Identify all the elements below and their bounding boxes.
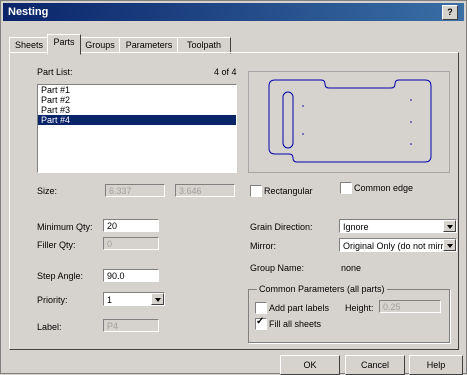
size-width-field: 6.337: [105, 184, 165, 197]
step-angle-label: Step Angle:: [37, 271, 84, 281]
height-field: 0.25: [379, 300, 441, 313]
fill-all-sheets-label: Fill all sheets: [269, 319, 322, 329]
list-item[interactable]: Part #3: [38, 105, 236, 115]
label-field: P4: [103, 319, 159, 332]
help-button[interactable]: Help: [409, 355, 463, 375]
mirror-label: Mirror:: [250, 241, 276, 251]
grain-direction-select[interactable]: Ignore: [339, 219, 457, 233]
rectangular-checkbox[interactable]: [250, 185, 262, 197]
list-item-selected[interactable]: Part #4: [38, 115, 236, 125]
common-parameters-caption: Common Parameters (all parts): [257, 284, 387, 294]
mirror-select[interactable]: Original Only (do not mirro: [339, 238, 457, 252]
list-item[interactable]: Part #2: [38, 95, 236, 105]
step-angle-field[interactable]: 90.0: [103, 269, 159, 282]
list-item[interactable]: Part #1: [38, 85, 236, 95]
common-edge-label: Common edge: [354, 183, 414, 193]
help-icon[interactable]: ?: [442, 5, 458, 20]
ok-button[interactable]: OK: [280, 355, 340, 375]
cancel-button[interactable]: Cancel: [345, 355, 405, 375]
common-parameters-group: Common Parameters (all parts): [248, 284, 450, 343]
priority-label: Priority:: [37, 295, 68, 305]
nesting-dialog: Nesting ? Sheets Parts Groups Parameters…: [0, 0, 467, 375]
filler-qty-field: 0: [103, 237, 159, 250]
part-list[interactable]: Part #1 Part #2 Part #3 Part #4: [37, 84, 237, 173]
grain-direction-value: Ignore: [343, 222, 369, 232]
fill-all-sheets-checkbox[interactable]: [255, 316, 267, 330]
group-name-label: Group Name:: [250, 263, 305, 273]
filler-qty-label: Filler Qty:: [37, 240, 76, 250]
part-list-label: Part List:: [37, 67, 73, 77]
part-preview: [248, 71, 450, 173]
part-count: 4 of 4: [214, 67, 237, 77]
chevron-down-icon[interactable]: [443, 239, 456, 251]
group-name-value: none: [341, 263, 362, 273]
priority-value: 1: [107, 295, 113, 305]
label-label: Label:: [37, 322, 62, 332]
title-bar: Nesting ?: [3, 3, 464, 21]
tab-parts[interactable]: Parts: [47, 34, 81, 55]
minimum-qty-label: Minimum Qty:: [37, 222, 93, 232]
window-title: Nesting: [8, 6, 49, 18]
minimum-qty-field[interactable]: 20: [103, 219, 159, 232]
chevron-down-icon[interactable]: [443, 220, 456, 232]
height-label: Height:: [345, 303, 374, 313]
add-part-labels-label: Add part labels: [269, 303, 330, 313]
add-part-labels-checkbox[interactable]: [255, 302, 267, 314]
rectangular-label: Rectangular: [264, 186, 313, 196]
common-edge-checkbox[interactable]: [340, 182, 352, 194]
chevron-down-icon[interactable]: [151, 293, 164, 305]
grain-direction-label: Grain Direction:: [250, 222, 313, 232]
size-height-field: 3.646: [175, 184, 235, 197]
part-shape: [268, 79, 432, 163]
mirror-value: Original Only (do not mirro: [343, 241, 449, 251]
size-label: Size:: [37, 186, 58, 196]
priority-select[interactable]: 1: [103, 292, 165, 306]
